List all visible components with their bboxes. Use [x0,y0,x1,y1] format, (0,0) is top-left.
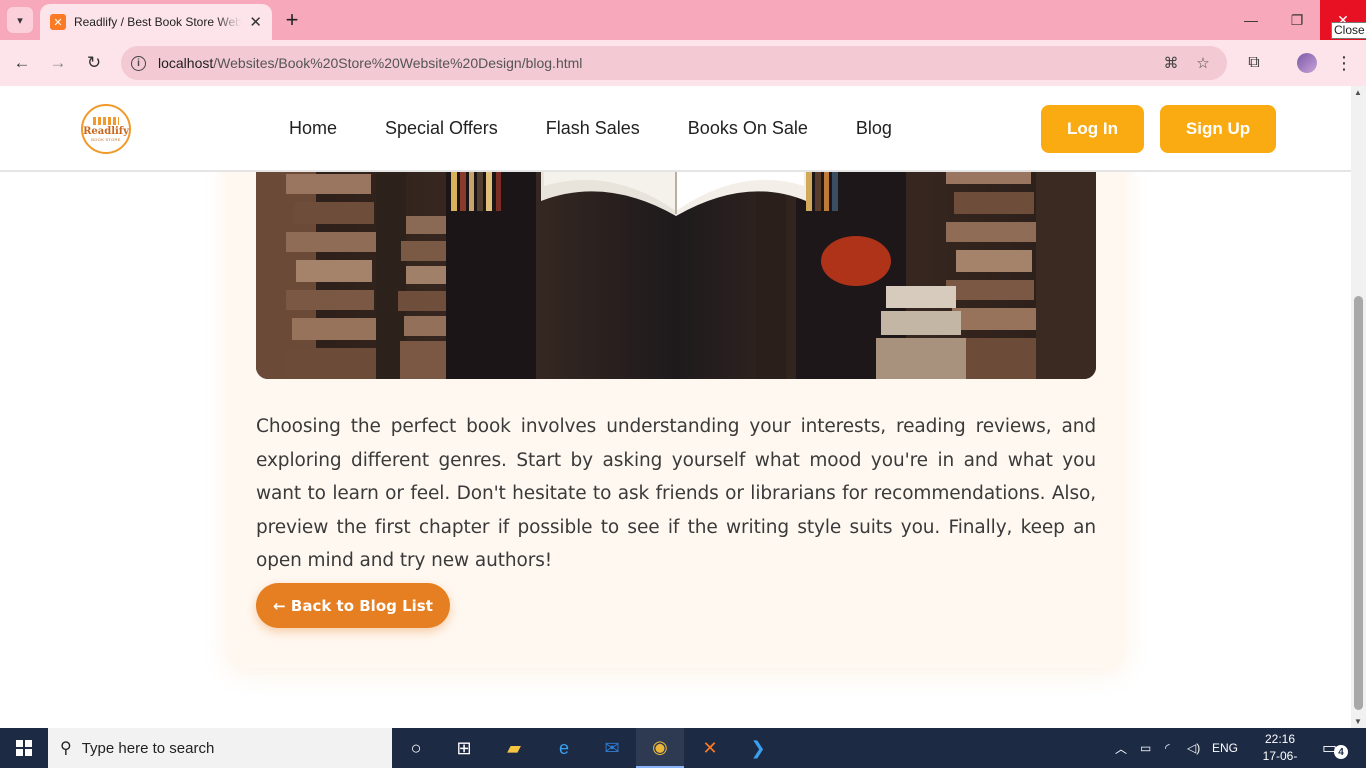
scroll-down-arrow-icon[interactable]: ▼ [1354,717,1362,726]
minimize-button[interactable]: — [1228,0,1274,40]
extensions-puzzle-icon[interactable]: ⧉ [1242,51,1266,75]
page-scrollbar[interactable]: ▲ ▼ [1351,86,1366,728]
notifications-icon[interactable]: ▭ 4 [1322,738,1348,759]
browser-toolbar: ← → ↻ i localhost/Websites/Book%20Store%… [0,40,1366,86]
search-icon: ⚲ [60,740,72,757]
url-text[interactable]: localhost/Websites/Book%20Store%20Websit… [158,55,582,71]
scroll-up-arrow-icon[interactable]: ▲ [1354,88,1362,97]
clock-time: 22:16 [1264,732,1296,746]
nav-blog[interactable]: Blog [856,118,892,139]
logo-text: Readlify [83,125,129,137]
nav-books-on-sale[interactable]: Books On Sale [688,118,808,139]
site-info-icon[interactable]: i [131,55,146,71]
back-arrow-icon[interactable]: ← [10,51,34,75]
outlook-icon[interactable]: ✉ [588,728,636,768]
bookmark-star-icon[interactable]: ☆ [1193,53,1213,73]
task-view-icon[interactable]: ⊞ [440,728,488,768]
xampp-favicon-icon: ✕ [50,14,66,30]
vscode-icon[interactable]: ❯ [734,728,782,768]
chevron-down-icon: ▾ [17,14,23,27]
main-nav: Home Special Offers Flash Sales Books On… [289,118,940,139]
back-to-blog-list-button[interactable]: ← Back to Blog List [256,583,450,628]
readlify-logo[interactable]: Readlify BOOK STORE [81,104,131,154]
browser-tab-bar: ▾ ✕ Readlify / Best Book Store Website ✕… [0,0,1366,40]
site-header: Readlify BOOK STORE Home Special Offers … [0,86,1351,172]
taskbar-search[interactable]: ⚲ Type here to search [48,728,392,768]
tab-search-button[interactable]: ▾ [7,7,33,33]
new-tab-button[interactable]: + [280,7,304,32]
xampp-icon[interactable]: ✕ [686,728,734,768]
edge-icon[interactable]: e [540,728,588,768]
close-tooltip: Close [1331,22,1366,39]
search-placeholder: Type here to search [81,739,215,757]
language-indicator[interactable]: ENG [1212,728,1238,768]
close-icon[interactable]: ✕ [249,13,262,31]
books-icon [93,116,119,125]
forward-arrow-icon[interactable]: → [46,51,70,75]
scroll-thumb[interactable] [1354,296,1363,710]
tab-title: Readlify / Best Book Store Website [73,15,242,29]
login-button[interactable]: Log In [1041,105,1144,153]
logo-subtitle: BOOK STORE [91,136,121,142]
file-explorer-icon[interactable]: ▰ [490,728,538,768]
restore-button[interactable]: ❐ [1274,0,1320,40]
tray-chevron-icon[interactable]: ︿ [1115,728,1127,768]
windows-taskbar: ⚲ Type here to search ○ ⊞ ▰ e ✉ ◉ ✕ ❯ ︿ … [0,728,1366,780]
profile-avatar[interactable] [1295,51,1319,75]
nav-special-offers[interactable]: Special Offers [385,118,498,139]
clock-date: 17-06-2025 [1262,749,1298,780]
notification-count: 4 [1334,745,1348,759]
article-body: Choosing the perfect book involves under… [256,416,1096,571]
reload-icon[interactable]: ↻ [82,51,106,75]
signup-button[interactable]: Sign Up [1160,105,1276,153]
kebab-menu-icon[interactable]: ⋮ [1332,51,1356,75]
windows-logo-icon [16,740,32,756]
chrome-icon[interactable]: ◉ [636,728,684,768]
page-viewport: Choosing the perfect book involves under… [0,86,1351,728]
battery-icon[interactable]: ▭ [1140,728,1151,768]
blog-post-card: Choosing the perfect book involves under… [226,86,1126,668]
volume-icon[interactable]: ◁) [1187,728,1200,768]
start-button[interactable] [0,728,48,768]
nav-flash-sales[interactable]: Flash Sales [546,118,640,139]
browser-tab[interactable]: ✕ Readlify / Best Book Store Website ✕ [40,4,272,40]
nav-home[interactable]: Home [289,118,337,139]
address-bar[interactable]: i localhost/Websites/Book%20Store%20Webs… [121,46,1227,80]
translate-icon[interactable]: ⌘ [1161,53,1181,73]
cortana-icon[interactable]: ○ [392,728,440,768]
clock[interactable]: 22:16 17-06-2025 [1252,731,1308,782]
network-icon[interactable]: ◜ [1165,728,1170,768]
